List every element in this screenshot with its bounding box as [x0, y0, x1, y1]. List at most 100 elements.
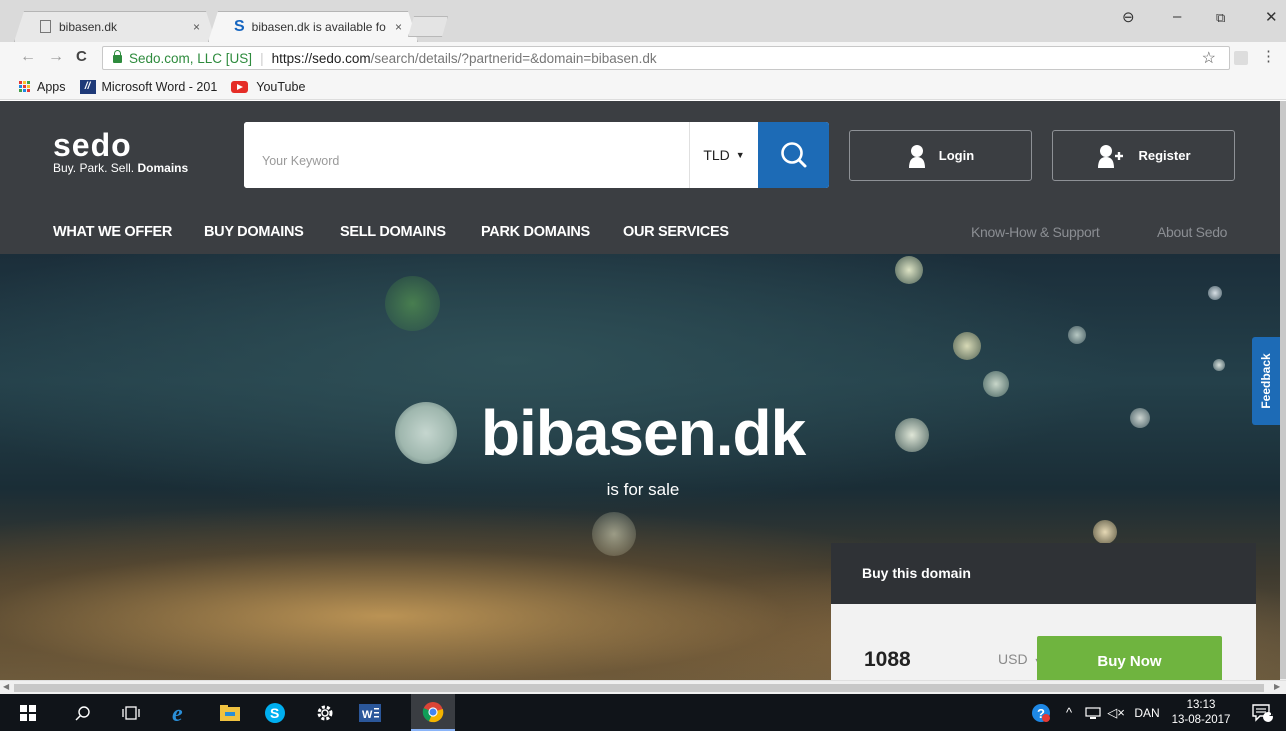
browser-tab-bibasen[interactable]: bibasen.dk × [14, 11, 216, 42]
taskbar-word[interactable]: W [350, 694, 390, 731]
nav-park-domains[interactable]: PARK DOMAINS [481, 224, 590, 240]
bookmark-label: YouTube [256, 79, 306, 94]
restore-button[interactable]: ⧉ [1216, 10, 1225, 26]
tray-help[interactable]: ? [1026, 694, 1056, 731]
taskbar-settings[interactable] [305, 694, 345, 731]
currency-label: USD [998, 651, 1028, 667]
scroll-left-icon[interactable]: ◀ [3, 682, 9, 691]
browser-tab-sedo[interactable]: S bibasen.dk is available fo × [208, 11, 418, 42]
search-icon [780, 142, 806, 168]
tld-dropdown[interactable]: TLD ▼ [689, 122, 758, 188]
bokeh-light [1208, 286, 1222, 300]
register-button[interactable]: Register [1052, 130, 1235, 181]
search-taskbar-button[interactable] [63, 694, 103, 731]
nav-buy-domains[interactable]: BUY DOMAINS [204, 224, 304, 240]
tagline-prefix: Buy. Park. Sell. [53, 161, 135, 175]
keyword-input[interactable] [244, 122, 689, 188]
tagline-bold: Domains [137, 161, 189, 175]
reload-button[interactable]: C [76, 48, 87, 65]
certificate-org[interactable]: Sedo.com, LLC [US] [129, 51, 252, 66]
bookmark-youtube[interactable]: YouTube [231, 80, 305, 94]
browser-toolbar: ← → C Sedo.com, LLC [US] | https://sedo.… [0, 42, 1286, 74]
action-center-button[interactable]: 1 [1246, 694, 1280, 731]
page-icon [40, 20, 51, 33]
scrollbar-thumb[interactable] [1280, 101, 1286, 679]
sale-status-text: is for sale [606, 480, 680, 499]
scroll-right-icon[interactable]: ▶ [1274, 682, 1280, 691]
buy-domain-panel: Buy this domain 1088 USD▼ Buy Now [831, 543, 1256, 686]
browser-menu-icon[interactable]: ⋮ [1261, 47, 1276, 65]
tab-title: bibasen.dk [59, 19, 118, 34]
taskbar-internet-explorer[interactable]: e [161, 694, 201, 731]
tab-close-icon[interactable]: × [395, 20, 402, 34]
buy-panel-body: 1088 USD▼ Buy Now [831, 604, 1256, 686]
address-bar[interactable]: Sedo.com, LLC [US] | https://sedo.com/se… [102, 46, 1230, 70]
domain-name-heading: bibasen.dk [480, 397, 806, 469]
svg-text:e: e [172, 701, 183, 725]
tld-label: TLD [703, 147, 730, 163]
bookmarks-bar: Apps // Microsoft Word - 201 YouTube [0, 74, 1286, 100]
bokeh-light [1068, 326, 1086, 344]
start-button[interactable] [8, 694, 48, 731]
feedback-tab[interactable]: Feedback [1252, 337, 1280, 425]
bokeh-light [592, 512, 636, 556]
svg-text:W: W [362, 709, 373, 721]
profile-icon[interactable]: ⊖ [1122, 8, 1135, 26]
bookmark-microsoft-word[interactable]: // Microsoft Word - 201 [79, 79, 217, 94]
bokeh-light [1213, 359, 1225, 371]
taskbar-skype[interactable]: S [255, 694, 295, 731]
youtube-icon [231, 80, 249, 93]
windows-logo-icon [20, 704, 36, 721]
forward-button[interactable]: → [48, 48, 64, 66]
bokeh-light [983, 371, 1009, 397]
sedo-favicon-icon: S [234, 17, 245, 35]
horizontal-scrollbar[interactable]: ◀ ▶ [0, 680, 1286, 694]
buy-panel-heading: Buy this domain [831, 543, 1256, 604]
currency-dropdown[interactable]: USD▼ [998, 651, 1042, 667]
nav-sell-domains[interactable]: SELL DOMAINS [340, 224, 446, 240]
bokeh-light [953, 332, 981, 360]
nav-our-services[interactable]: OUR SERVICES [623, 224, 729, 240]
system-clock[interactable]: 13:13 13-08-2017 [1167, 698, 1235, 728]
word-icon: W [359, 703, 381, 722]
bokeh-light [385, 276, 440, 331]
tab-title: bibasen.dk is available fo [251, 19, 386, 34]
chrome-icon [422, 701, 444, 722]
main-navigation: WHAT WE OFFER BUY DOMAINS SELL DOMAINS P… [0, 222, 1286, 254]
internet-explorer-icon: e [172, 701, 183, 725]
nav-know-how-support[interactable]: Know-How & Support [971, 224, 1100, 240]
domain-search: TLD ▼ [244, 122, 829, 188]
tray-chevron-up-icon[interactable]: ^ [1058, 694, 1080, 731]
tab-close-icon[interactable]: × [193, 20, 200, 34]
minimize-button[interactable]: – [1173, 8, 1181, 25]
skype-icon: S [265, 702, 285, 723]
extension-icon[interactable] [1234, 51, 1248, 65]
back-button[interactable]: ← [20, 48, 36, 66]
login-button[interactable]: Login [849, 130, 1032, 181]
close-window-button[interactable]: ✕ [1265, 8, 1278, 26]
help-icon: ? [1032, 703, 1050, 722]
taskbar-chrome[interactable] [411, 694, 455, 731]
taskbar-file-explorer[interactable] [210, 694, 250, 731]
word-doc-icon: // [79, 79, 96, 94]
nav-about-sedo[interactable]: About Sedo [1157, 224, 1227, 240]
scrollbar-thumb[interactable] [14, 684, 1264, 692]
search-button[interactable] [758, 122, 829, 188]
vertical-scrollbar[interactable] [1280, 101, 1286, 680]
bookmark-star-icon[interactable]: ☆ [1202, 48, 1216, 68]
gear-icon [317, 705, 333, 720]
bokeh-light [895, 256, 923, 284]
clock-date: 13-08-2017 [1171, 714, 1231, 726]
nav-what-we-offer[interactable]: WHAT WE OFFER [53, 224, 172, 240]
logo-wordmark: sedo [53, 127, 132, 163]
network-icon [1085, 706, 1101, 719]
add-user-icon [1098, 144, 1124, 168]
sedo-logo[interactable]: sedo Buy. Park. Sell. Domains [53, 127, 189, 175]
new-tab-button[interactable] [408, 16, 448, 37]
bookmark-apps[interactable]: Apps [19, 80, 66, 94]
task-view-button[interactable] [111, 694, 151, 731]
buy-now-button[interactable]: Buy Now [1037, 636, 1222, 686]
tray-network[interactable] [1082, 694, 1104, 731]
speaker-muted-icon[interactable]: ◁× [1104, 694, 1128, 731]
language-indicator[interactable]: DAN [1130, 694, 1164, 731]
